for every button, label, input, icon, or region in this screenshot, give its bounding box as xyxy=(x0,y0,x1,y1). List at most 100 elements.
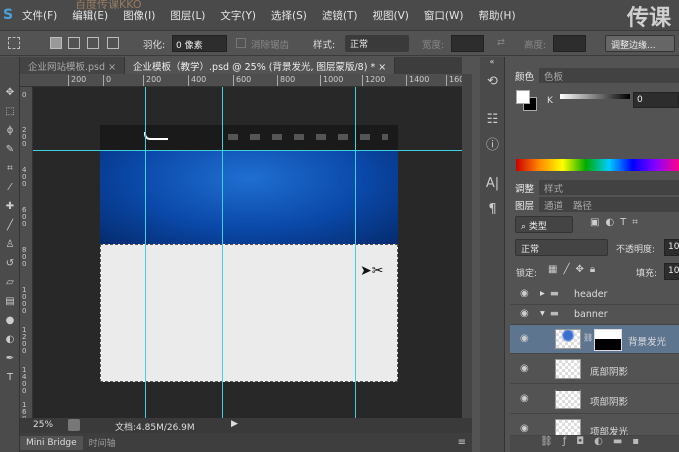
tab-styles[interactable]: 样式 xyxy=(539,180,568,195)
ruler-tick: 200 xyxy=(22,126,27,148)
antialias-checkbox[interactable] xyxy=(236,38,246,48)
eye-icon[interactable]: ◉ xyxy=(520,333,529,344)
guide-line[interactable] xyxy=(355,87,356,418)
menu-type[interactable]: 文字(Y) xyxy=(220,8,256,23)
tab-timeline[interactable]: 时间轴 xyxy=(83,434,122,451)
filter-icons[interactable]: ▣◐T⌗ xyxy=(590,217,644,228)
tab-adjustments[interactable]: 调整 xyxy=(510,180,540,195)
menu-help[interactable]: 帮助(H) xyxy=(478,8,515,23)
close-icon[interactable]: × xyxy=(108,62,116,73)
tab-document-1[interactable]: 企业网站模板.psd × xyxy=(20,57,126,74)
swap-icon[interactable]: ⇄ xyxy=(497,37,505,48)
layer-row[interactable]: ◉ ▾ ▬ banner xyxy=(510,305,679,325)
blend-mode-select[interactable]: 正常 xyxy=(515,239,608,256)
eye-icon[interactable]: ◉ xyxy=(520,423,529,434)
guide-line[interactable] xyxy=(222,87,223,418)
marquee-tool-icon[interactable] xyxy=(8,37,20,49)
guide-line[interactable] xyxy=(145,87,146,418)
eraser-tool-icon[interactable]: ▱ xyxy=(0,273,20,292)
properties-icon[interactable]: ☷ xyxy=(480,107,505,133)
eye-icon[interactable]: ◉ xyxy=(520,288,529,299)
guide-line[interactable] xyxy=(33,150,462,151)
height-label: 高度: xyxy=(524,40,547,51)
link-icon[interactable]: ⛓ xyxy=(583,333,593,342)
layer-thumbnail xyxy=(555,389,581,409)
healing-tool-icon[interactable]: ✚ xyxy=(0,197,20,216)
tab-swatches[interactable]: 色板 xyxy=(539,68,568,83)
menu-filter[interactable]: 滤镜(T) xyxy=(322,8,358,23)
expand-arrow-icon[interactable]: ▸ xyxy=(540,288,545,299)
eye-icon[interactable]: ◉ xyxy=(520,363,529,374)
layers-footer-icons[interactable]: ⛓ƒ◘◐▬▪ xyxy=(510,436,679,452)
tab-channels[interactable]: 通道 xyxy=(539,197,568,212)
marquee-tool-icon[interactable]: ⬚ xyxy=(0,102,20,121)
history-icon[interactable]: ⟲ xyxy=(480,69,505,95)
stamp-tool-icon[interactable]: ♙ xyxy=(0,235,20,254)
lock-icons[interactable]: ▦╱✥🔒︎ xyxy=(548,264,601,275)
canvas-area[interactable]: ➤✂ xyxy=(33,87,462,418)
lasso-tool-icon[interactable]: ϕ xyxy=(0,121,20,140)
layer-row[interactable]: ◉ 底部阴影 xyxy=(510,354,679,384)
height-input[interactable] xyxy=(553,35,586,52)
tab-color[interactable]: 颜色 xyxy=(510,68,540,83)
brush-tool-icon[interactable]: ╱ xyxy=(0,216,20,235)
ruler-tick: 600 xyxy=(233,75,251,86)
menu-view[interactable]: 视图(V) xyxy=(372,8,408,23)
dodge-tool-icon[interactable]: ◐ xyxy=(0,330,20,349)
style-select[interactable]: 正常 xyxy=(345,35,409,52)
panel-menu-icon[interactable]: ≡ xyxy=(458,437,466,448)
pen-tool-icon[interactable]: ✒ xyxy=(0,349,20,368)
vertical-ruler: 0 200 400 600 800 1000 1200 1400 1600 xyxy=(20,87,33,430)
layer-mask-thumbnail[interactable] xyxy=(594,329,622,351)
layer-row[interactable]: ◉ ▸ ▬ header xyxy=(510,285,679,305)
crop-tool-icon[interactable]: ⌗ xyxy=(0,159,20,178)
k-slider[interactable] xyxy=(560,94,630,99)
zoom-level[interactable]: 25% xyxy=(33,420,53,430)
new-selection-icon[interactable] xyxy=(50,37,62,49)
layer-row-selected[interactable]: ◉ ⛓ 背景发光 xyxy=(510,325,679,354)
subtract-selection-icon[interactable] xyxy=(87,37,99,49)
menu-select[interactable]: 选择(S) xyxy=(271,8,307,23)
tab-paths[interactable]: 路径 xyxy=(568,197,597,212)
fill-input[interactable]: 100% xyxy=(664,263,679,280)
type-tool-icon[interactable]: T xyxy=(0,368,20,387)
blur-tool-icon[interactable]: ● xyxy=(0,311,20,330)
k-value-input[interactable]: 0 xyxy=(633,92,679,108)
tab-layers[interactable]: 图层 xyxy=(510,197,540,212)
menu-file[interactable]: 文件(F) xyxy=(22,8,57,23)
move-tool-icon[interactable]: ✥ xyxy=(0,83,20,102)
feather-input[interactable]: 0 像素 xyxy=(172,35,227,52)
width-input[interactable] xyxy=(451,35,484,52)
color-spectrum[interactable] xyxy=(516,159,679,171)
add-selection-icon[interactable] xyxy=(68,37,80,49)
refine-edge-button[interactable]: 调整边缘... xyxy=(605,35,675,52)
tab-label: 企业网站模板.psd xyxy=(28,62,106,73)
status-menu-icon[interactable] xyxy=(68,419,80,431)
layer-row[interactable]: ◉ 项部发光 xyxy=(510,414,679,436)
layer-name: header xyxy=(574,289,608,300)
status-arrow-icon[interactable]: ▶ xyxy=(231,419,238,429)
foreground-color-swatch[interactable] xyxy=(516,90,530,104)
info-icon[interactable]: ⓘ xyxy=(480,133,505,159)
vertical-scrollbar[interactable] xyxy=(462,74,472,418)
intersect-selection-icon[interactable] xyxy=(107,37,119,49)
gradient-tool-icon[interactable]: ▤ xyxy=(0,292,20,311)
quick-select-tool-icon[interactable]: ✎ xyxy=(0,140,20,159)
fill-label: 填充: xyxy=(636,269,658,279)
layer-row[interactable]: ◉ 项部阴影 xyxy=(510,384,679,414)
tab-mini-bridge[interactable]: Mini Bridge xyxy=(20,435,83,450)
collapse-arrow-icon[interactable]: ▾ xyxy=(540,308,545,319)
menu-window[interactable]: 窗口(W) xyxy=(424,8,464,23)
ruler-tick: 200 xyxy=(143,75,161,86)
paragraph-icon[interactable]: ¶ xyxy=(480,197,505,223)
close-icon[interactable]: × xyxy=(378,62,386,73)
history-brush-icon[interactable]: ↺ xyxy=(0,254,20,273)
opacity-input[interactable]: 100% xyxy=(664,239,679,256)
tab-document-2[interactable]: 企业模板（教学）.psd @ 25% (背景发光, 图层蒙版/8) * × xyxy=(125,57,396,74)
layer-filter-select[interactable]: ⌕ 类型 xyxy=(515,216,573,233)
eye-icon[interactable]: ◉ xyxy=(520,393,529,404)
eye-icon[interactable]: ◉ xyxy=(520,308,529,319)
eyedropper-tool-icon[interactable]: ⁄ xyxy=(0,178,20,197)
character-icon[interactable]: A| xyxy=(480,171,505,197)
menu-layer[interactable]: 图层(L) xyxy=(170,8,205,23)
